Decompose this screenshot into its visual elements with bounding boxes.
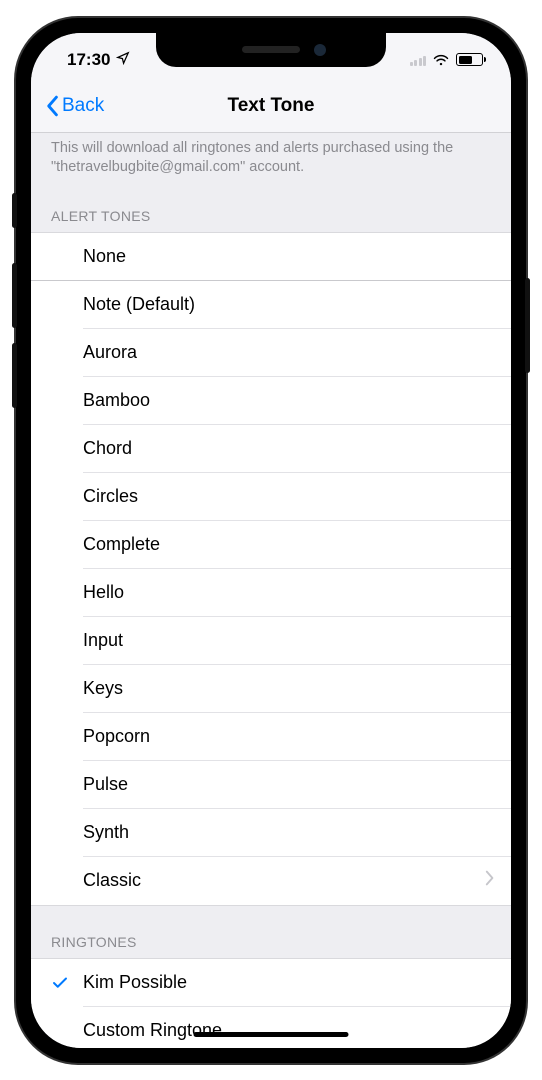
list-item-label: Custom Ringtone xyxy=(83,1008,511,1047)
list-item-label: Hello xyxy=(83,570,511,615)
alert-tone-item-note-default[interactable]: Note (Default) xyxy=(31,281,511,329)
phone-frame: 17:30 xyxy=(16,18,526,1063)
checkmark-icon xyxy=(51,974,83,992)
list-item-label: Chord xyxy=(83,426,511,471)
volume-down-button xyxy=(12,343,17,408)
alert-tone-item-aurora[interactable]: Aurora xyxy=(31,329,511,377)
alert-tones-list: NoneNote (Default)AuroraBambooChordCircl… xyxy=(31,232,511,906)
screen: 17:30 xyxy=(31,33,511,1048)
power-button xyxy=(525,278,530,373)
chevron-right-icon xyxy=(485,870,511,891)
alert-tone-item-pulse[interactable]: Pulse xyxy=(31,761,511,809)
alert-tone-item-popcorn[interactable]: Popcorn xyxy=(31,713,511,761)
cellular-signal-icon xyxy=(410,54,427,66)
alert-tone-item-circles[interactable]: Circles xyxy=(31,473,511,521)
battery-icon xyxy=(456,53,483,66)
list-item-label: Bamboo xyxy=(83,378,511,423)
alert-tone-item-none[interactable]: None xyxy=(31,233,511,281)
nav-bar: Back Text Tone xyxy=(31,81,511,133)
section-header-alert-tones: ALERT TONES xyxy=(31,180,511,232)
section-header-ringtones: RINGTONES xyxy=(31,906,511,958)
home-indicator[interactable] xyxy=(194,1032,349,1037)
alert-tone-item-bamboo[interactable]: Bamboo xyxy=(31,377,511,425)
chevron-left-icon xyxy=(45,95,59,117)
speaker-grille xyxy=(242,46,300,53)
ringtone-item-kim-possible[interactable]: Kim Possible xyxy=(31,959,511,1007)
list-item-label: Kim Possible xyxy=(83,960,511,1005)
scroll-area[interactable]: This will download all ringtones and ale… xyxy=(31,133,511,1048)
page-title: Text Tone xyxy=(228,95,315,117)
download-info-text: This will download all ringtones and ale… xyxy=(31,133,511,180)
list-item-label: Input xyxy=(83,618,511,663)
alert-tone-item-input[interactable]: Input xyxy=(31,617,511,665)
mute-switch xyxy=(12,193,17,228)
alert-tone-item-synth[interactable]: Synth xyxy=(31,809,511,857)
location-icon xyxy=(116,50,130,70)
list-item-label: Circles xyxy=(83,474,511,519)
list-item-label: Popcorn xyxy=(83,714,511,759)
list-item-label: Synth xyxy=(83,810,511,855)
ringtone-item-custom-ringtone[interactable]: Custom Ringtone xyxy=(31,1007,511,1048)
front-camera xyxy=(314,44,326,56)
volume-up-button xyxy=(12,263,17,328)
list-item-label: Pulse xyxy=(83,762,511,807)
alert-tone-item-chord[interactable]: Chord xyxy=(31,425,511,473)
list-item-label: Note (Default) xyxy=(83,282,511,327)
back-label: Back xyxy=(62,95,104,117)
alert-tone-item-classic[interactable]: Classic xyxy=(31,857,511,905)
alert-tone-item-hello[interactable]: Hello xyxy=(31,569,511,617)
alert-tone-item-keys[interactable]: Keys xyxy=(31,665,511,713)
wifi-icon xyxy=(432,53,450,66)
list-item-label: Complete xyxy=(83,522,511,567)
list-item-label: Keys xyxy=(83,666,511,711)
back-button[interactable]: Back xyxy=(45,95,104,117)
notch xyxy=(156,33,386,67)
list-item-label: Classic xyxy=(83,858,485,903)
status-time: 17:30 xyxy=(67,50,110,70)
list-item-label: None xyxy=(83,234,511,279)
alert-tone-item-complete[interactable]: Complete xyxy=(31,521,511,569)
list-item-label: Aurora xyxy=(83,330,511,375)
